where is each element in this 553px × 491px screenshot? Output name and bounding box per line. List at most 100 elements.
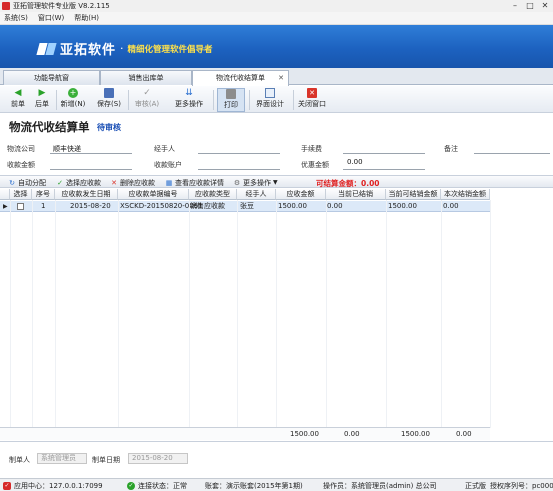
prev-button[interactable]: ◀ 前单 [8,88,28,112]
grid-toolbar: ↻ 自动分配 ✓ 选择应收款 ✕ 删除应收款 ▦ 查看应收款详情 ⚙ 更多操作 … [0,175,553,188]
settleable-label: 可结算金额： [316,179,361,188]
edition-status: 正式版 [465,482,486,490]
close-window-button[interactable]: ✕ [539,1,551,11]
print-label: 打印 [224,101,238,109]
delete-icon: ✕ [111,178,117,187]
brand-name: 亚拓软件 [60,43,117,58]
total-amount: 1500.00 [290,430,319,438]
col-header-doc[interactable]: 应收款单据编号 [118,189,189,200]
connection-text: 连接状态：正常 [138,482,187,490]
col-header-seq[interactable]: 序号 [32,189,55,200]
tab-label: 物流代收结算单 [216,74,265,82]
row-pointer-icon: ▶ [3,203,8,210]
more-actions-button[interactable]: ⇊ 更多操作 [170,88,208,112]
select-cell [17,201,24,212]
col-header-type[interactable]: 应收款类型 [189,189,237,200]
grid-more-button[interactable]: ⚙ 更多操作 ▼ [233,177,278,188]
date-field: 2015-08-20 [128,453,188,464]
cell-settleable: 1500.00 [388,202,417,210]
arrow-left-icon: ◀ [14,88,22,98]
totals-row: 1500.00 0.00 1500.00 0.00 [0,427,490,440]
gear-icon: ⚙ [233,178,241,187]
app-icon [2,2,10,10]
arrow-right-icon: ▶ [38,88,46,98]
add-button[interactable]: + 新增(N) [59,88,87,112]
status-badge: 待审核 [97,123,121,132]
plus-icon: + [68,88,78,98]
delete-receivable-button[interactable]: ✕ 删除应收款 [110,177,155,188]
tab-sales-outbound[interactable]: 销售出库单 [100,70,192,85]
design-label: 界面设计 [256,100,284,108]
tab-close-icon[interactable]: ✕ [278,71,284,85]
grid-more-label: 更多操作 [243,178,271,187]
license-status: 授权序列号：pc0001 [490,482,553,490]
cell-type: 销售应收款 [190,202,225,210]
stamp-icon: ✓ [143,88,151,98]
data-grid: 选择 序号 应收款发生日期 应收款单据编号 应收款类型 经手人 应收金额 当前已… [0,189,553,442]
auto-allocate-button[interactable]: ↻ 自动分配 [8,177,46,188]
printer-icon [226,89,236,99]
maximize-button[interactable]: □ [524,1,536,11]
remark-field[interactable] [474,153,550,154]
amount-field[interactable] [50,169,132,170]
print-button[interactable]: 打印 [217,88,245,112]
refresh-icon: ↻ [9,178,15,187]
app-center-status: ✓ 应用中心：127.0.0.1:7099 [3,481,103,491]
col-header-current[interactable]: 本次结销金额 [441,189,490,200]
operator-status: 操作员：系统管理员(admin) 总公司 [323,482,437,490]
close-page-button[interactable]: ✕ 关闭窗口 [296,88,328,112]
brand-logo-icon [38,41,56,57]
fee-field[interactable] [343,153,425,154]
row-header-corner [0,189,10,200]
menu-window[interactable]: 窗口(W) [38,13,64,23]
minimize-button[interactable]: – [509,1,521,11]
brand-dot: · [120,42,124,55]
label-account: 收款账户 [154,161,182,169]
total-settled: 0.00 [344,430,360,438]
col-header-settleable[interactable]: 当前可结销金额 [386,189,441,200]
select-receivable-button[interactable]: ✓ 选择应收款 [56,177,101,188]
menu-help[interactable]: 帮助(H) [74,13,99,23]
app-center-text: 应用中心：127.0.0.1:7099 [14,482,103,490]
menu-system[interactable]: 系统(S) [4,13,28,23]
settleable-value: 0.00 [361,179,380,188]
handler-field[interactable] [198,153,280,154]
save-button[interactable]: 保存(S) [95,88,123,112]
discount-field[interactable]: 0.00 [347,158,363,166]
col-header-select[interactable]: 选择 [10,189,32,200]
account-status: 账套：演示账套(2015年第1期) [205,482,303,490]
date-label: 制单日期 [92,456,120,464]
chevron-down-icon: ▼ [273,179,278,186]
app-center-icon: ✓ [3,482,11,490]
close-icon: ✕ [307,88,317,98]
view-receivable-button[interactable]: ▦ 查看应收款详情 [165,177,224,188]
col-header-amount[interactable]: 应收金额 [276,189,326,200]
view-label: 查看应收款详情 [175,178,224,187]
cell-settled: 0.00 [327,202,343,210]
brand-slogan: 精细化管理软件倡导者 [127,44,213,55]
cell-current[interactable]: 0.00 [443,201,459,212]
row-checkbox[interactable] [17,202,24,210]
col-header-handler[interactable]: 经手人 [237,189,276,200]
toolbar: ◀ 前单 ▶ 后单 + 新增(N) 保存(S) ✓ 审核(A) ⇊ 更多操作 打… [0,86,553,113]
review-button[interactable]: ✓ 审核(A) [133,88,161,112]
title-bar: 亚拓管理软件专业版 V8.2.115 – □ ✕ [0,0,553,12]
account-field[interactable] [198,169,280,170]
banner: 亚拓软件 · 精细化管理软件倡导者 [0,25,553,68]
col-header-date[interactable]: 应收款发生日期 [55,189,118,200]
maker-label: 制单人 [9,456,30,464]
tab-navigation[interactable]: 功能导航窗 [3,70,100,85]
tab-logistics-settlement[interactable]: 物流代收结算单 ✕ [192,70,289,86]
label-remark: 备注 [444,145,458,153]
delete-label: 删除应收款 [120,178,155,187]
table-row[interactable]: ▶ 1 2015-08-20 XSCKD-20150820-0061 销售应收款… [0,201,490,212]
col-header-settled[interactable]: 当前已结销 [326,189,386,200]
label-fee: 手续费 [301,145,322,153]
page-title: 物流代收结算单 [9,120,90,134]
label-logistics: 物流公司 [7,145,35,153]
review-label: 审核(A) [134,100,160,108]
design-button[interactable]: 界面设计 [253,88,287,112]
next-button[interactable]: ▶ 后单 [32,88,52,112]
check-circle-icon: ✓ [127,482,135,490]
prev-label: 前单 [11,100,25,108]
